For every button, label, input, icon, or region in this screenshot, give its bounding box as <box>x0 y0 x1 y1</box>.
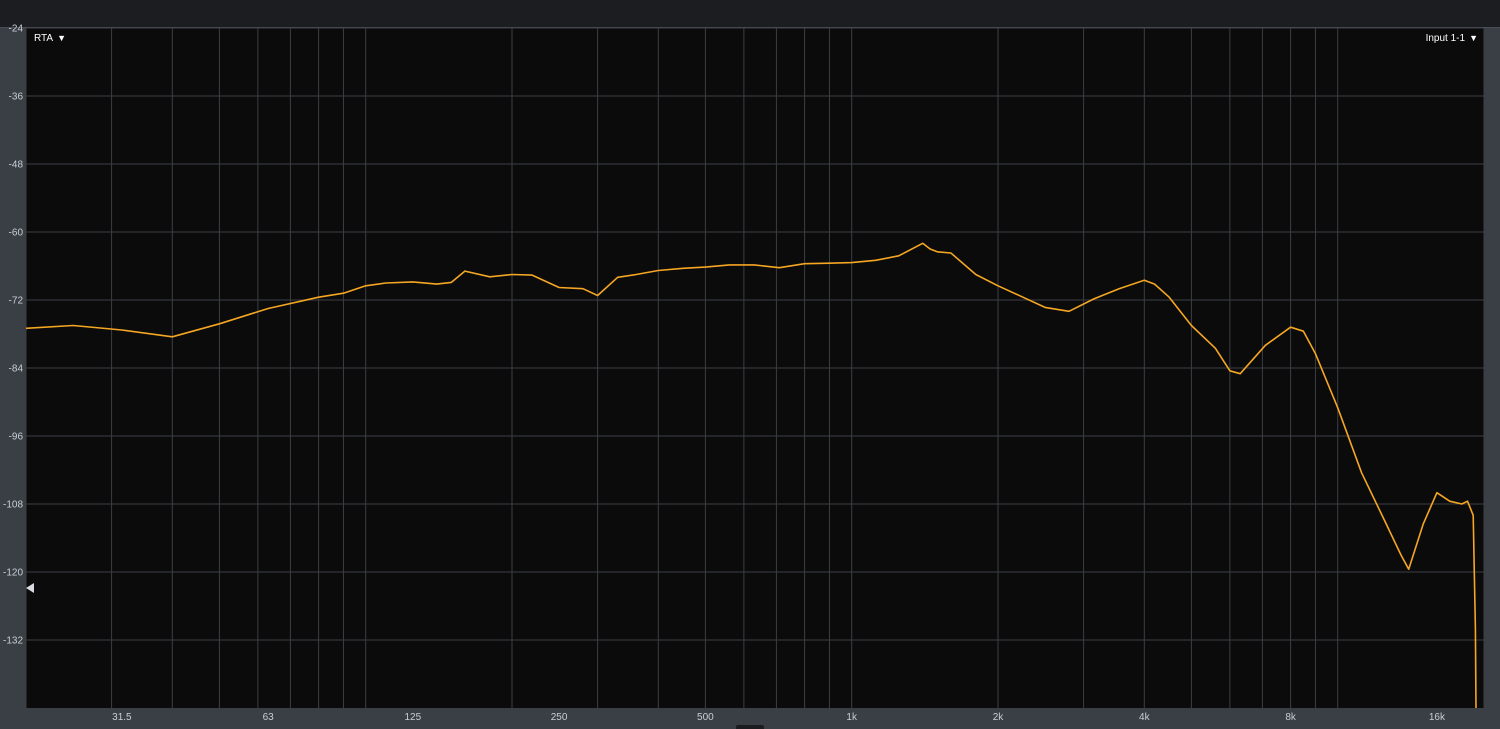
y-tick-label: -120 <box>3 568 23 579</box>
y-tick-label: -36 <box>9 92 24 103</box>
y-tick-label: -72 <box>9 296 24 307</box>
analyzer-mode-dropdown[interactable]: RTA ▼ <box>34 31 66 45</box>
x-tick-label: 1k <box>846 712 858 723</box>
y-tick-label: -24 <box>9 24 24 35</box>
y-tick-label: -48 <box>9 160 24 171</box>
y-tick-labels: -24 -36 -48 -60 -72 -84 -96 -108 -120 -132 <box>3 24 23 647</box>
y-tick-label: -108 <box>3 500 23 511</box>
input-source-label: Input 1-1 <box>1425 33 1466 44</box>
y-tick-label: -132 <box>3 636 23 647</box>
rta-analyzer-window: -24 -36 -48 -60 -72 -84 -96 -108 -120 -132 31.5 63… <box>0 0 1500 729</box>
x-tick-label: 31.5 <box>112 712 132 723</box>
spectrum-chart: -24 -36 -48 -60 -72 -84 -96 -108 -120 -132 31.5 63… <box>3 24 1485 723</box>
chevron-down-icon: ▼ <box>57 33 66 43</box>
x-tick-label: 125 <box>404 712 421 723</box>
triangle-left-icon[interactable] <box>26 583 34 593</box>
x-tick-label: 63 <box>263 712 275 723</box>
chevron-down-icon: ▼ <box>1469 33 1478 43</box>
x-tick-label: 500 <box>697 712 714 723</box>
y-tick-label: -60 <box>9 228 24 239</box>
x-tick-labels: 31.5 63 125 250 500 1k 2k 4k 8k 16k <box>112 712 1446 723</box>
x-tick-label: 16k <box>1429 712 1446 723</box>
x-tick-label: 2k <box>993 712 1005 723</box>
x-tick-label: 8k <box>1285 712 1297 723</box>
analyzer-mode-label: RTA <box>34 33 54 44</box>
input-source-dropdown[interactable]: Input 1-1 ▼ <box>1426 31 1478 45</box>
y-tick-label: -84 <box>9 364 24 375</box>
x-tick-label: 250 <box>551 712 568 723</box>
x-tick-label: 4k <box>1139 712 1151 723</box>
y-tick-label: -96 <box>9 432 24 443</box>
